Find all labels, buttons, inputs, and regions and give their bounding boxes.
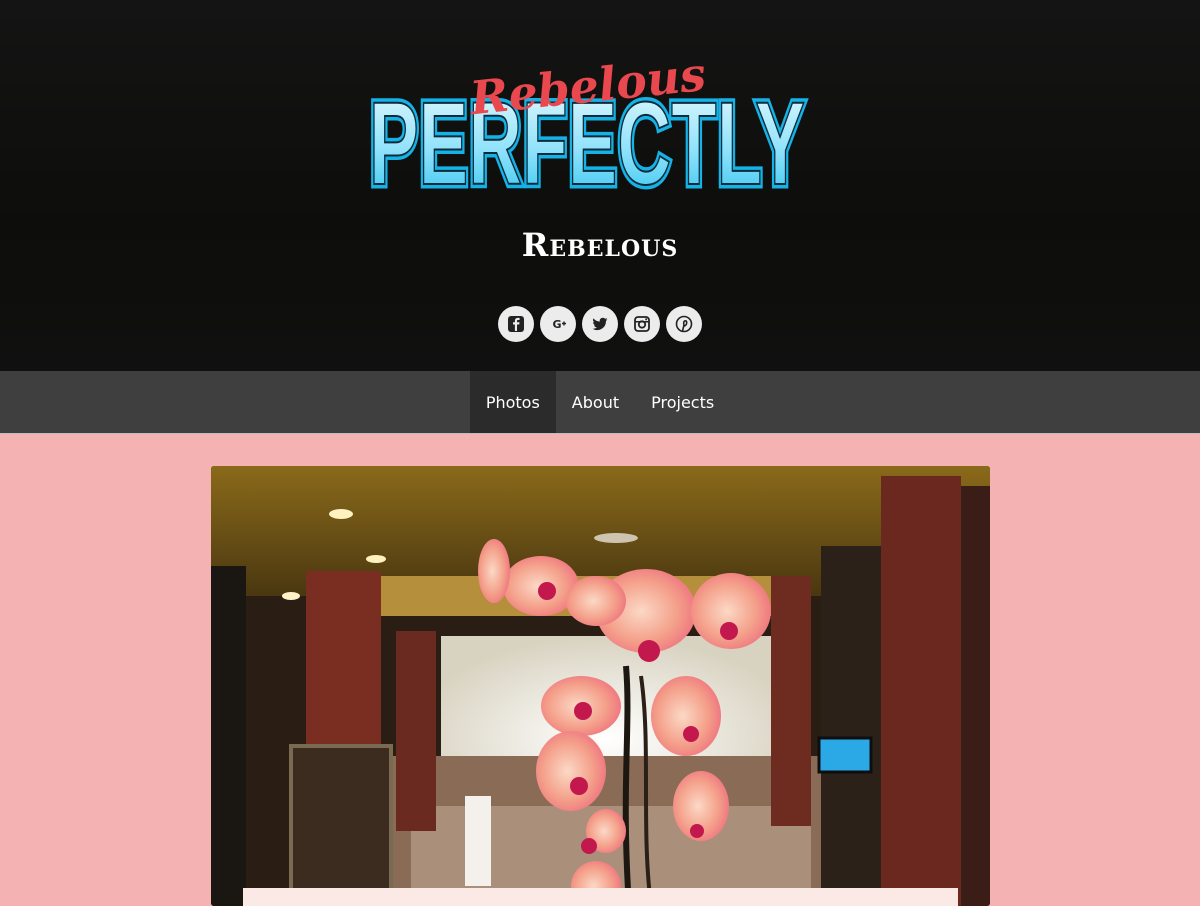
facebook-link[interactable] [498, 306, 534, 342]
social-links: G [0, 306, 1200, 342]
featured-photo-orchid[interactable] [211, 466, 990, 906]
facebook-icon [508, 316, 524, 332]
nav-item-projects[interactable]: Projects [635, 371, 730, 433]
pinterest-icon [675, 315, 693, 333]
site-title[interactable]: Rebelous [0, 226, 1200, 264]
twitter-icon [592, 317, 608, 331]
main-navigation: Photos About Projects [0, 371, 1200, 433]
svg-text:G: G [552, 318, 561, 331]
main-content [0, 434, 1200, 906]
instagram-link[interactable] [624, 306, 660, 342]
nav-item-photos[interactable]: Photos [469, 371, 556, 433]
google-plus-icon: G [552, 318, 566, 331]
pinterest-link[interactable] [666, 306, 702, 342]
google-plus-link[interactable]: G [540, 306, 576, 342]
site-header: PERFECTLY PERFECTLY Rebelous Rebelous G [0, 0, 1200, 371]
nav-item-about[interactable]: About [556, 371, 635, 433]
twitter-link[interactable] [582, 306, 618, 342]
site-logo[interactable]: PERFECTLY PERFECTLY Rebelous [364, 56, 810, 196]
instagram-icon [634, 316, 650, 332]
